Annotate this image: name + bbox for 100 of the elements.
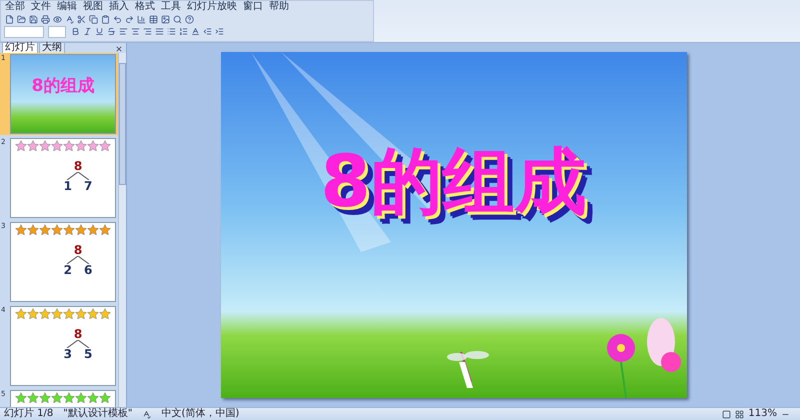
- menu-item[interactable]: 插入: [107, 1, 131, 13]
- font-field[interactable]: [4, 26, 44, 38]
- star-icon: [87, 392, 99, 404]
- menu-item[interactable]: 窗口: [241, 1, 265, 13]
- slide-thumbnail[interactable]: 8 3 5: [10, 306, 116, 386]
- undo-icon[interactable]: [112, 14, 123, 25]
- panel-tab[interactable]: 大纲: [39, 42, 65, 53]
- branch-lines-icon: [64, 340, 92, 348]
- star-icon: [63, 308, 75, 320]
- menu-item[interactable]: 帮助: [267, 1, 291, 13]
- spell-check-icon[interactable]: [142, 410, 152, 418]
- star-icon: [51, 140, 63, 152]
- part-number: 1: [64, 180, 72, 192]
- copy-icon[interactable]: [88, 14, 99, 25]
- star-icon: [39, 140, 51, 152]
- slide-thumbnail[interactable]: 8 2 6: [10, 222, 116, 302]
- star-icon: [99, 140, 111, 152]
- star-icon: [51, 392, 63, 404]
- scrollbar[interactable]: [118, 53, 126, 407]
- star-icon: [87, 308, 99, 320]
- part-number: 3: [64, 348, 72, 360]
- clipboard-icon[interactable]: [100, 14, 111, 25]
- grid-view-icon[interactable]: [735, 410, 744, 418]
- align-center-icon[interactable]: [130, 26, 141, 37]
- menu-item[interactable]: 视图: [81, 1, 105, 13]
- language-label: 中文(简体，中国): [161, 408, 240, 420]
- star-icon: [15, 140, 27, 152]
- close-icon[interactable]: [115, 45, 123, 53]
- total-number: 8: [74, 328, 82, 340]
- menu-item[interactable]: 文件: [29, 1, 53, 13]
- star-icon: [99, 392, 111, 404]
- image-icon[interactable]: [160, 14, 171, 25]
- indent-icon[interactable]: [214, 26, 225, 37]
- star-icon: [15, 308, 27, 320]
- numbered-list-icon[interactable]: [178, 26, 189, 37]
- bold-icon[interactable]: [70, 26, 81, 37]
- spell-check-icon[interactable]: [64, 14, 75, 25]
- table-icon[interactable]: [148, 14, 159, 25]
- star-icon: [39, 224, 51, 236]
- star-icon: [15, 224, 27, 236]
- italic-icon[interactable]: [82, 26, 93, 37]
- new-file-icon[interactable]: [4, 14, 15, 25]
- star-icon: [63, 140, 75, 152]
- help-icon[interactable]: [184, 14, 195, 25]
- menu-item[interactable]: 工具: [159, 1, 183, 13]
- star-icon: [27, 224, 39, 236]
- menu-item[interactable]: 幻灯片放映: [185, 1, 239, 13]
- underline-icon[interactable]: [94, 26, 105, 37]
- strikethrough-icon[interactable]: [106, 26, 117, 37]
- star-icon: [75, 140, 87, 152]
- total-number: 8: [74, 244, 82, 256]
- slide-counter: 幻灯片 1/8: [4, 408, 54, 420]
- star-icon: [87, 140, 99, 152]
- star-icon: [99, 308, 111, 320]
- star-icon: [27, 392, 39, 404]
- star-icon: [87, 224, 99, 236]
- slide-thumbnail[interactable]: 8 1 7: [10, 138, 116, 218]
- folder-icon[interactable]: [16, 14, 27, 25]
- star-icon: [51, 308, 63, 320]
- dragonfly-drawing: [446, 351, 488, 388]
- bar-chart-icon[interactable]: [136, 14, 147, 25]
- normal-view-icon[interactable]: [722, 410, 732, 418]
- font-color-icon[interactable]: [190, 26, 201, 37]
- save-icon[interactable]: [28, 14, 39, 25]
- redo-icon[interactable]: [124, 14, 135, 25]
- star-icon: [75, 224, 87, 236]
- font-size-field[interactable]: [48, 26, 66, 38]
- part-number: 2: [64, 264, 72, 276]
- outdent-icon[interactable]: [202, 26, 213, 37]
- branch-lines-icon: [64, 172, 92, 180]
- star-icon: [51, 224, 63, 236]
- star-icon: [15, 392, 27, 404]
- branch-lines-icon: [64, 256, 92, 264]
- menu-item[interactable]: 全部: [3, 1, 27, 13]
- search-icon[interactable]: [172, 14, 183, 25]
- zoom-level: 113%: [748, 408, 777, 420]
- panel-tab[interactable]: 幻灯片: [2, 42, 38, 53]
- star-icon: [63, 224, 75, 236]
- part-number: 7: [84, 180, 92, 192]
- printer-icon[interactable]: [40, 14, 51, 25]
- star-icon: [39, 392, 51, 404]
- star-icon: [27, 140, 39, 152]
- star-icon: [27, 308, 39, 320]
- star-icon: [75, 392, 87, 404]
- part-number: 5: [84, 348, 92, 360]
- template-name: "默认设计模板": [63, 408, 132, 420]
- eye-icon[interactable]: [52, 14, 63, 25]
- star-icon: [99, 224, 111, 236]
- align-left-icon[interactable]: [118, 26, 129, 37]
- star-icon: [75, 308, 87, 320]
- thumbnail-title: 8的组成: [32, 74, 94, 96]
- part-number: 6: [84, 264, 92, 276]
- align-justify-icon[interactable]: [154, 26, 165, 37]
- star-icon: [39, 308, 51, 320]
- scissors-icon[interactable]: [76, 14, 87, 25]
- menu-item[interactable]: 编辑: [55, 1, 79, 13]
- menu-item[interactable]: 格式: [133, 1, 157, 13]
- total-number: 8: [74, 160, 82, 172]
- star-icon: [63, 392, 75, 404]
- align-right-icon[interactable]: [142, 26, 153, 37]
